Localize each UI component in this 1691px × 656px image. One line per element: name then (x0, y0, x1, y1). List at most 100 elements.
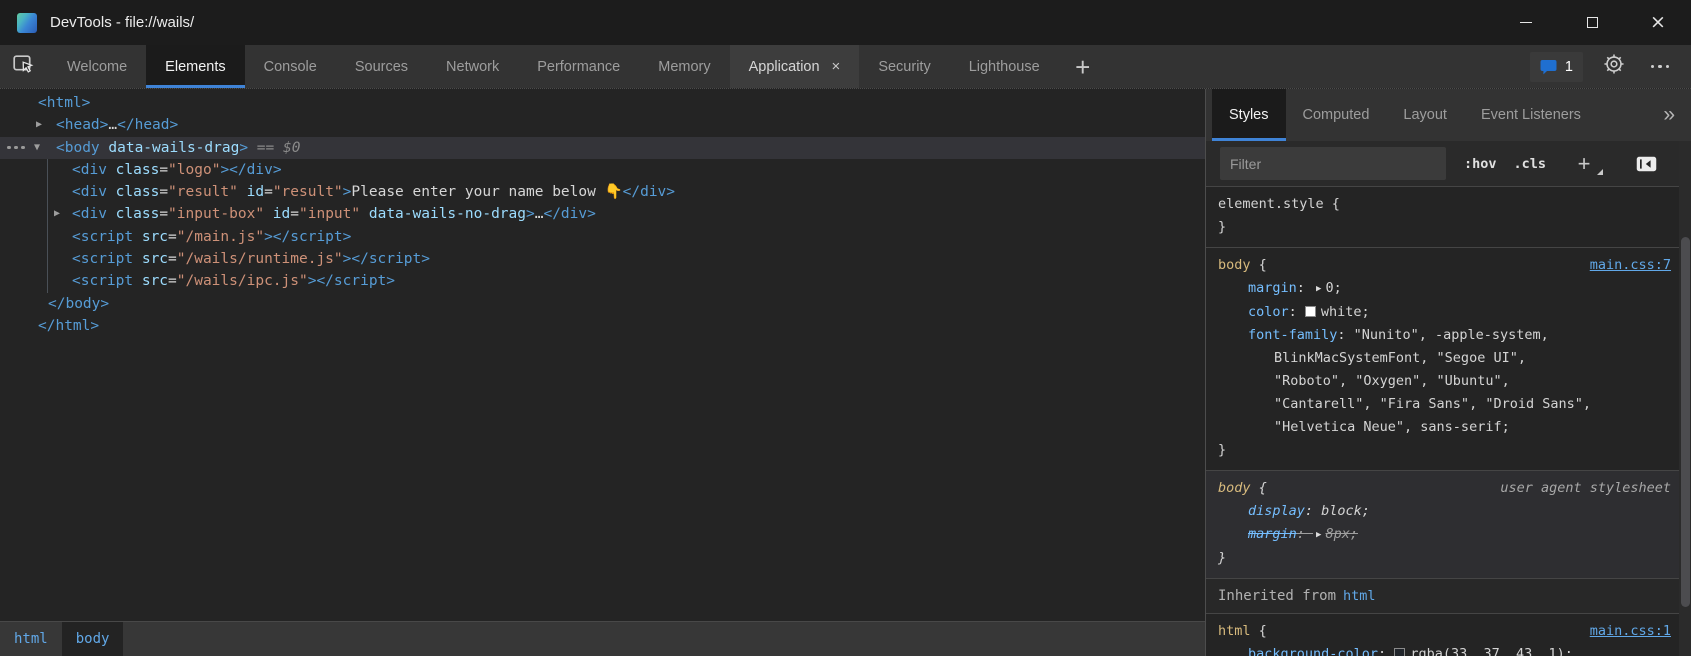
expand-value-icon[interactable]: ▶ (1316, 524, 1321, 547)
dom-tree-node[interactable]: </body> (0, 293, 1205, 315)
tab-elements[interactable]: Elements (146, 45, 244, 88)
node-options-icon[interactable] (7, 146, 25, 150)
rule-selector-line[interactable]: body {user agent stylesheet (1218, 477, 1691, 500)
property-name[interactable]: display (1248, 503, 1305, 519)
minimize-button[interactable] (1493, 0, 1559, 45)
dom-tree-node[interactable]: <script src="/main.js"></script> (0, 226, 1205, 248)
property-name[interactable]: margin (1248, 526, 1297, 542)
dom-tree[interactable]: <html>▶<head>…</head>▼<body data-wails-d… (0, 89, 1205, 621)
css-property-line[interactable]: margin: ▶0; (1218, 277, 1691, 301)
sidebar-tab-layout[interactable]: Layout (1386, 89, 1464, 141)
close-tab-icon[interactable]: × (832, 59, 841, 74)
styles-sidebar: » StylesComputedLayoutEvent Listeners :h… (1206, 89, 1691, 656)
tab-application[interactable]: Application× (730, 45, 860, 88)
inspect-element-button[interactable] (0, 45, 48, 88)
tab-security[interactable]: Security (859, 45, 949, 88)
rule-selector[interactable]: html (1218, 620, 1251, 643)
code-token: <div (72, 162, 107, 178)
more-tabs-icon[interactable]: » (1663, 103, 1675, 127)
tab-welcome[interactable]: Welcome (48, 45, 146, 88)
property-name[interactable]: color (1248, 304, 1289, 320)
dom-tree-node[interactable]: ▶<div class="input-box" id="input" data-… (0, 203, 1205, 225)
property-value[interactable]: "Nunito", -apple-system, (1354, 327, 1549, 343)
code-token: > (239, 140, 248, 156)
add-tab-button[interactable]: + (1059, 45, 1107, 88)
inherited-from-label: Inherited from (1218, 588, 1336, 604)
css-property-line[interactable]: color: white; (1218, 301, 1691, 324)
panel-toolbar: WelcomeElementsConsoleSourcesNetworkPerf… (0, 45, 1691, 88)
css-property-line[interactable]: background-color: rgba(33, 37, 43, 1); (1218, 643, 1691, 656)
gear-icon (1603, 53, 1625, 80)
maximize-button[interactable] (1559, 0, 1625, 45)
property-value[interactable]: white; (1321, 304, 1370, 320)
code-token: src (133, 229, 168, 245)
rule-selector[interactable]: body (1218, 254, 1251, 277)
close-button[interactable]: × (1625, 0, 1691, 45)
property-value[interactable]: 8px; (1325, 526, 1358, 542)
property-colon: : (1337, 327, 1353, 343)
scrollbar-thumb[interactable] (1681, 237, 1690, 607)
styles-filter-input[interactable] (1220, 147, 1446, 180)
new-style-rule-button[interactable]: + (1574, 153, 1594, 175)
element-class-toggle[interactable]: .cls (1514, 156, 1547, 172)
tab-console[interactable]: Console (245, 45, 336, 88)
more-options-icon (1651, 65, 1670, 69)
code-token: Please enter your name below (351, 184, 604, 200)
breadcrumb-item-body[interactable]: body (62, 622, 124, 656)
property-value[interactable]: block; (1321, 503, 1370, 519)
property-value[interactable]: 0; (1325, 280, 1341, 296)
rule-selector-line[interactable]: html {main.css:1 (1218, 620, 1691, 643)
property-colon: : (1297, 526, 1313, 542)
sidebar-tab-event-listeners[interactable]: Event Listeners (1464, 89, 1598, 141)
dom-tree-node[interactable]: <div class="result" id="result">Please e… (0, 181, 1205, 203)
code-token: </html> (38, 318, 99, 334)
tab-performance[interactable]: Performance (518, 45, 639, 88)
rule-selector-line[interactable]: element.style { (1218, 193, 1691, 216)
open-brace: { (1324, 193, 1340, 216)
tab-sources[interactable]: Sources (336, 45, 427, 88)
stylesheet-link[interactable]: main.css:1 (1590, 620, 1671, 643)
css-property-line[interactable]: margin: ▶8px; (1218, 523, 1691, 547)
styles-pane[interactable]: element.style {}body {main.css:7margin: … (1206, 187, 1691, 656)
rule-selector-line[interactable]: body {main.css:7 (1218, 254, 1691, 277)
dom-tree-node[interactable]: ▼<body data-wails-drag> == $0 (0, 137, 1205, 159)
property-name[interactable]: font-family (1248, 327, 1337, 343)
expand-value-icon[interactable]: ▶ (1316, 278, 1321, 301)
styles-scrollbar[interactable] (1679, 141, 1691, 656)
color-swatch[interactable] (1394, 648, 1405, 656)
dom-tree-node[interactable]: ▶<head>…</head> (0, 114, 1205, 136)
dom-tree-node[interactable]: <script src="/wails/ipc.js"></script> (0, 270, 1205, 292)
tab-network[interactable]: Network (427, 45, 518, 88)
breadcrumb-item-html[interactable]: html (0, 622, 62, 656)
tab-memory[interactable]: Memory (639, 45, 729, 88)
rule-selector[interactable]: body (1218, 477, 1251, 500)
settings-button[interactable] (1599, 52, 1629, 82)
dom-tree-node[interactable]: <div class="logo"></div> (0, 159, 1205, 181)
property-name[interactable]: background-color (1248, 646, 1378, 656)
expand-arrow-icon[interactable]: ▶ (54, 203, 60, 225)
rule-selector[interactable]: element.style (1218, 193, 1324, 216)
close-brace: } (1218, 439, 1691, 462)
tab-lighthouse[interactable]: Lighthouse (950, 45, 1059, 88)
css-property-line[interactable]: font-family: "Nunito", -apple-system, (1218, 324, 1691, 347)
expand-arrow-icon[interactable]: ▶ (36, 114, 42, 136)
sidebar-tab-computed[interactable]: Computed (1286, 89, 1387, 141)
inherited-target-link[interactable]: html (1343, 588, 1376, 604)
property-value[interactable]: rgba(33, 37, 43, 1); (1410, 646, 1573, 656)
color-swatch[interactable] (1305, 306, 1316, 317)
stylesheet-link[interactable]: main.css:7 (1590, 254, 1671, 277)
property-value-wrap: "Helvetica Neue", sans-serif; (1218, 416, 1691, 439)
computed-pane-toggle-button[interactable] (1636, 156, 1657, 172)
more-options-button[interactable] (1645, 52, 1675, 82)
sidebar-tab-styles[interactable]: Styles (1212, 89, 1286, 141)
collapse-arrow-icon[interactable]: ▼ (34, 137, 40, 159)
dom-tree-node[interactable]: </html> (0, 315, 1205, 337)
feedback-button[interactable]: 1 (1530, 52, 1583, 82)
css-property-line[interactable]: display: block; (1218, 500, 1691, 523)
pseudo-state-toggle[interactable]: :hov (1464, 156, 1497, 172)
code-token: "result" (168, 184, 238, 200)
property-name[interactable]: margin (1248, 280, 1297, 296)
dom-tree-node[interactable]: <html> (0, 92, 1205, 114)
panel-toggle-icon (1636, 156, 1657, 172)
dom-tree-node[interactable]: <script src="/wails/runtime.js"></script… (0, 248, 1205, 270)
